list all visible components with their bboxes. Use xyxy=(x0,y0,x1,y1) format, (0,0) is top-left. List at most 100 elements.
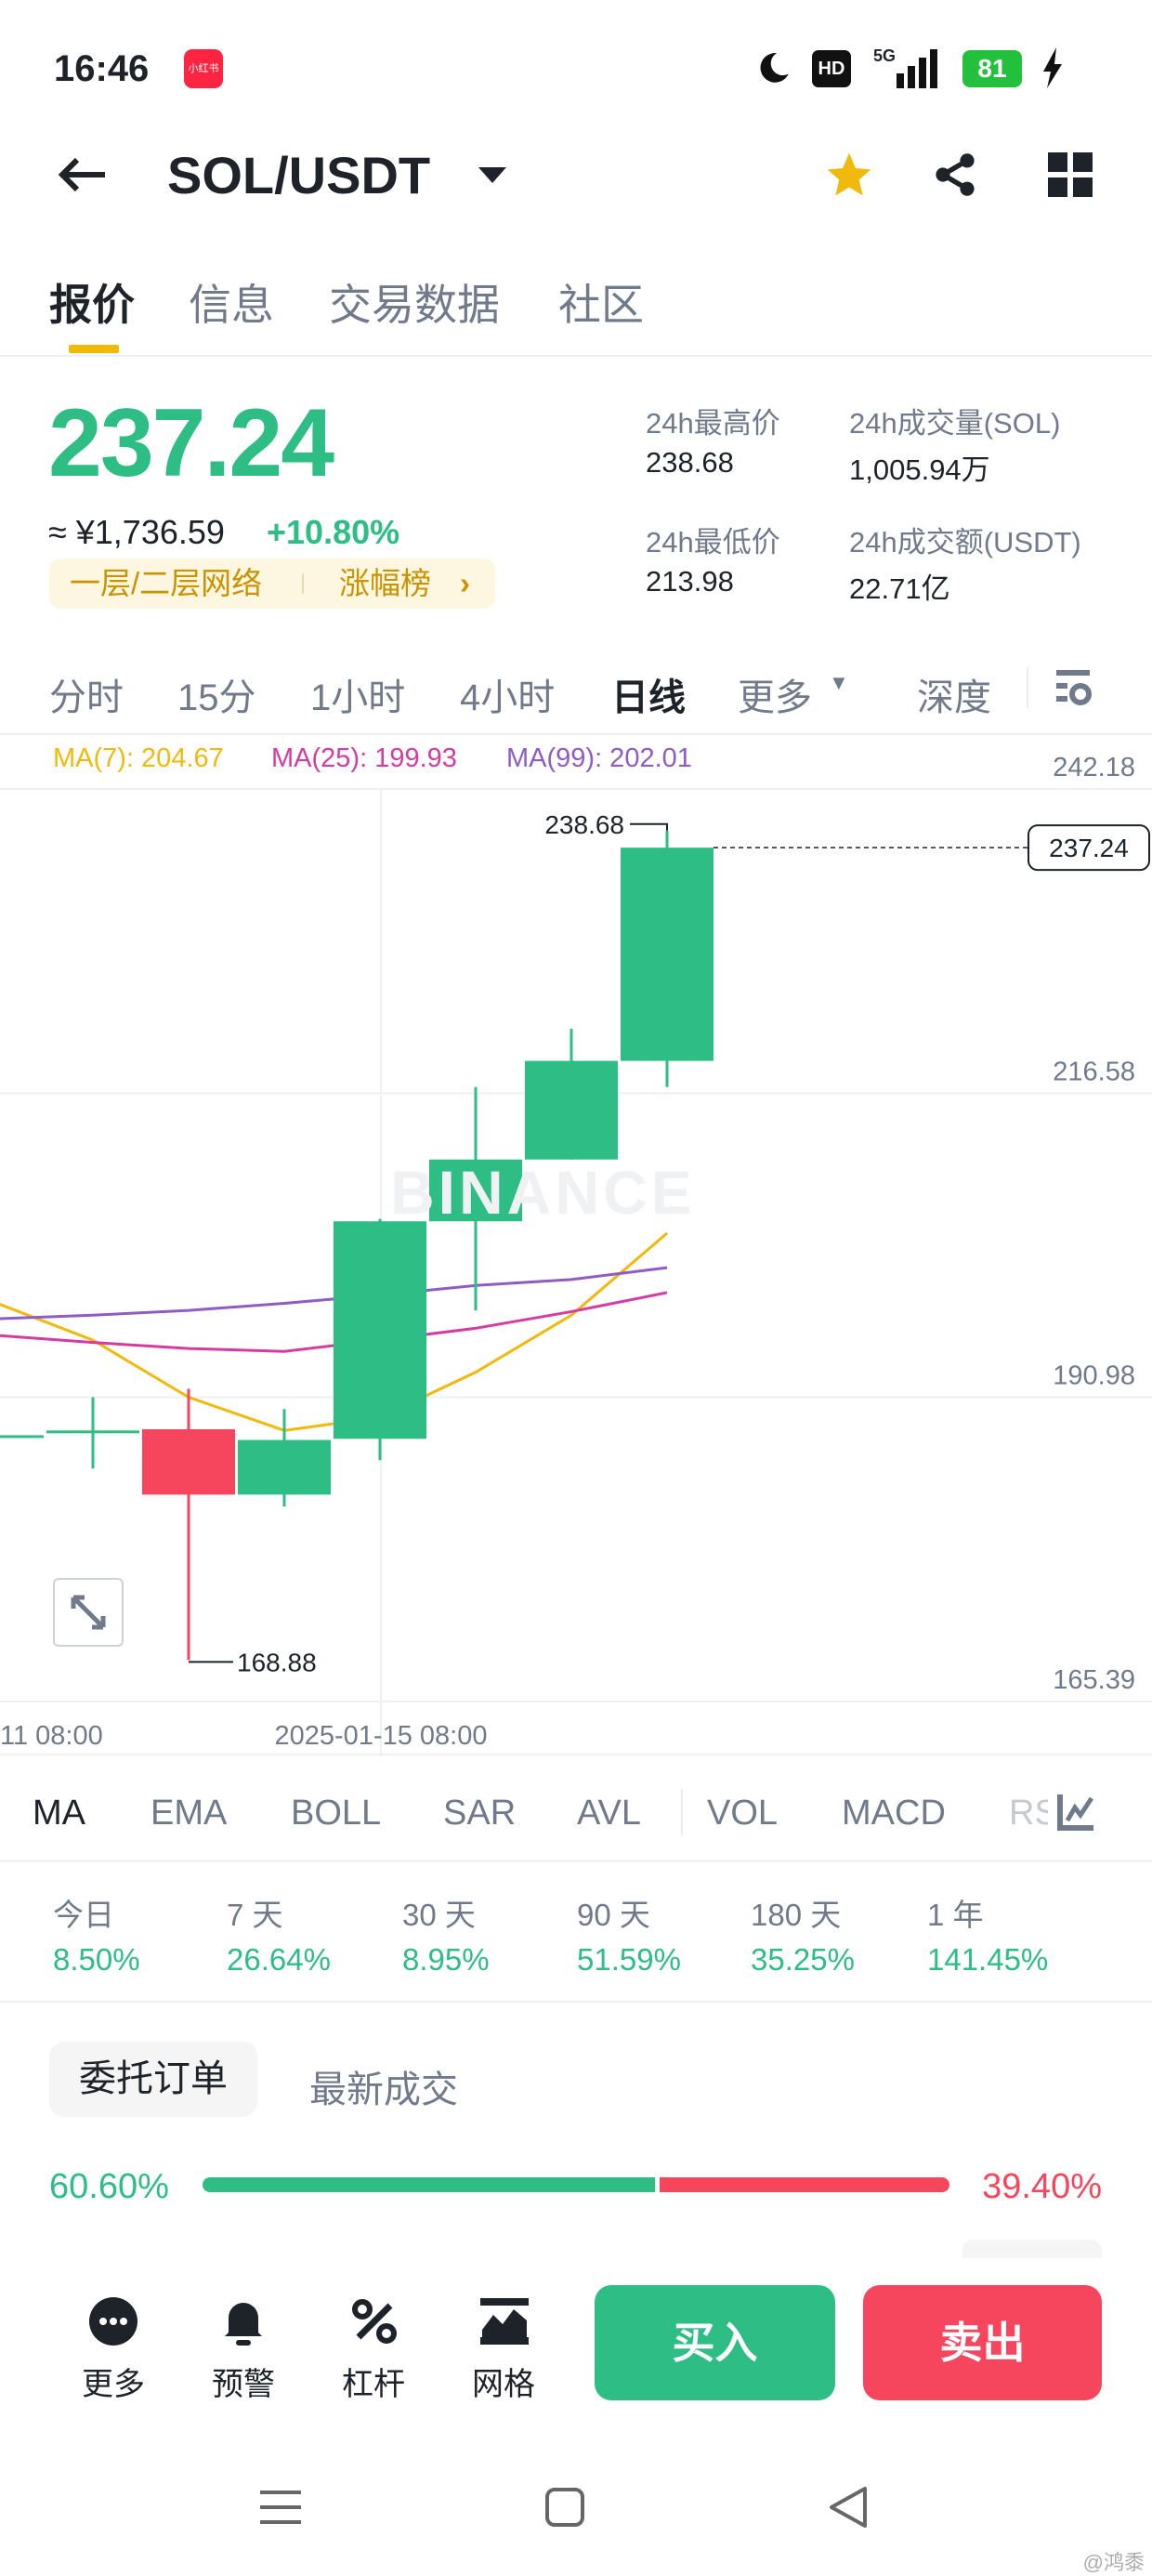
candle-body xyxy=(142,1429,235,1495)
interval-15m[interactable]: 15分 xyxy=(177,667,256,721)
watermark-text: @鸿黍 xyxy=(1082,2551,1145,2574)
home-nav-icon[interactable] xyxy=(537,2481,593,2533)
low-label: 24h最低价 xyxy=(646,526,780,559)
leverage-label[interactable]: 杠杆 xyxy=(342,2359,405,2404)
tag-separator xyxy=(302,573,304,594)
back-arrow-icon[interactable] xyxy=(54,149,110,201)
chevron-right-icon: › xyxy=(460,566,470,600)
divider xyxy=(0,1860,1152,1862)
back-nav-icon[interactable] xyxy=(820,2481,876,2533)
candle-body xyxy=(621,848,713,1061)
period-change: 26.64% xyxy=(227,1942,331,1977)
high-price-label: 238.68 xyxy=(544,810,624,839)
candlestick-chart[interactable]: 242.18 216.58 190.98 165.39 11 08:00 2025-01-… xyxy=(0,743,1152,1756)
tag-gainers[interactable]: 涨幅榜 xyxy=(339,559,431,609)
chevron-down-icon[interactable] xyxy=(474,158,511,191)
tab-active-underline xyxy=(69,345,119,353)
cny-price: ≈ ¥1,736.59 xyxy=(48,513,225,551)
interval-1h[interactable]: 1小时 xyxy=(310,667,405,721)
last-price: 237.24 xyxy=(48,389,334,497)
grid-trading-icon[interactable] xyxy=(477,2295,532,2347)
ratio-bar xyxy=(203,2177,949,2192)
caret-down-icon[interactable]: ▼ xyxy=(829,671,849,695)
period-label: 180 天 xyxy=(751,1898,842,1932)
interval-time[interactable]: 分时 xyxy=(49,667,124,721)
period-label: 30 天 xyxy=(402,1898,476,1932)
leverage-icon[interactable] xyxy=(347,2295,402,2347)
interval-depth[interactable]: 深度 xyxy=(917,667,991,721)
period-label: 今日 xyxy=(53,1898,114,1932)
last-price-label: 237.24 xyxy=(1049,834,1129,862)
high-marker-line xyxy=(630,822,668,831)
indicator-ema[interactable]: EMA xyxy=(151,1794,227,1833)
volume-value: 1,005.94万 xyxy=(849,453,990,486)
period-change: 8.50% xyxy=(53,1942,140,1977)
tag-network[interactable]: 一层/二层网络 xyxy=(70,559,262,609)
low-value: 213.98 xyxy=(646,565,734,598)
price-change: +10.80% xyxy=(267,513,400,551)
tab-trading-data[interactable]: 交易数据 xyxy=(329,271,500,333)
high-value: 238.68 xyxy=(646,446,734,479)
amount-value: 22.71亿 xyxy=(849,572,950,605)
menu-nav-icon[interactable] xyxy=(253,2481,308,2533)
tab-info[interactable]: 信息 xyxy=(189,271,274,333)
grid-menu-icon[interactable] xyxy=(1042,147,1098,203)
share-icon[interactable] xyxy=(927,147,983,203)
tab-community[interactable]: 社区 xyxy=(558,271,644,333)
y-tick-label: 216.58 xyxy=(1053,1057,1135,1086)
tab-quote[interactable]: 报价 xyxy=(49,271,135,333)
period-change: 8.95% xyxy=(402,1942,490,1977)
indicator-boll[interactable]: BOLL xyxy=(291,1794,381,1833)
buy-ratio: 60.60% xyxy=(49,2167,169,2206)
sell-button[interactable]: 卖出 xyxy=(863,2285,1102,2400)
period-change: 35.25% xyxy=(751,1942,855,1977)
more-icon[interactable] xyxy=(85,2295,141,2347)
candle-body xyxy=(334,1221,426,1439)
buy-button[interactable]: 买入 xyxy=(595,2285,835,2400)
alert-label[interactable]: 预警 xyxy=(212,2359,275,2404)
tab-order-book[interactable]: 委托订单 xyxy=(49,2042,257,2117)
interval-1d[interactable]: 日线 xyxy=(611,667,686,721)
x-tick-label: 11 08:00 xyxy=(0,1721,103,1751)
expand-button[interactable] xyxy=(53,1578,124,1647)
divider xyxy=(0,355,1152,357)
high-label: 24h最高价 xyxy=(646,407,780,440)
indicator-ma[interactable]: MA xyxy=(33,1794,85,1833)
grid-label[interactable]: 网格 xyxy=(472,2359,535,2404)
app-badge-icon: 小红书 xyxy=(184,49,223,88)
period-change: 141.45% xyxy=(927,1942,1049,1977)
candle-body xyxy=(525,1060,618,1160)
period-change: 51.59% xyxy=(577,1942,681,1977)
interval-more[interactable]: 更多 xyxy=(738,667,812,721)
divider xyxy=(0,1754,1152,1755)
watermark-binance: BINANCE xyxy=(390,1158,696,1227)
volume-label: 24h成交量(SOL) xyxy=(849,407,1061,440)
indicator-sar[interactable]: SAR xyxy=(443,1794,516,1833)
divider xyxy=(0,2001,1152,2003)
separator xyxy=(681,1789,683,1835)
indicator-vol[interactable]: VOL xyxy=(707,1794,778,1833)
period-label: 1 年 xyxy=(927,1898,984,1932)
buy-ratio-bar xyxy=(203,2177,656,2192)
indicator-settings-icon[interactable] xyxy=(1048,1786,1104,1838)
sell-ratio: 39.40% xyxy=(982,2167,1102,2206)
battery-icon: 81 xyxy=(962,50,1022,87)
category-tag[interactable]: 一层/二层网络 涨幅榜 › xyxy=(49,559,495,609)
interval-4h[interactable]: 4小时 xyxy=(460,667,555,721)
indicator-avl[interactable]: AVL xyxy=(577,1794,641,1833)
chart-settings-icon[interactable] xyxy=(1050,662,1096,712)
pair-title[interactable]: SOL/USDT xyxy=(167,145,430,205)
amount-label: 24h成交额(USDT) xyxy=(849,526,1081,559)
indicator-macd[interactable]: MACD xyxy=(842,1794,946,1833)
bell-icon[interactable] xyxy=(216,2295,271,2347)
moon-icon xyxy=(754,48,793,87)
star-icon[interactable] xyxy=(821,147,877,203)
y-tick-label: 242.18 xyxy=(1053,753,1135,782)
period-label: 90 天 xyxy=(577,1898,650,1932)
tab-recent-trades[interactable]: 最新成交 xyxy=(309,2059,458,2113)
status-time: 16:46 xyxy=(54,48,150,89)
y-tick-label: 190.98 xyxy=(1053,1361,1135,1391)
hd-icon: HD xyxy=(812,50,851,87)
more-label[interactable]: 更多 xyxy=(82,2359,145,2404)
sell-ratio-bar xyxy=(660,2177,949,2192)
